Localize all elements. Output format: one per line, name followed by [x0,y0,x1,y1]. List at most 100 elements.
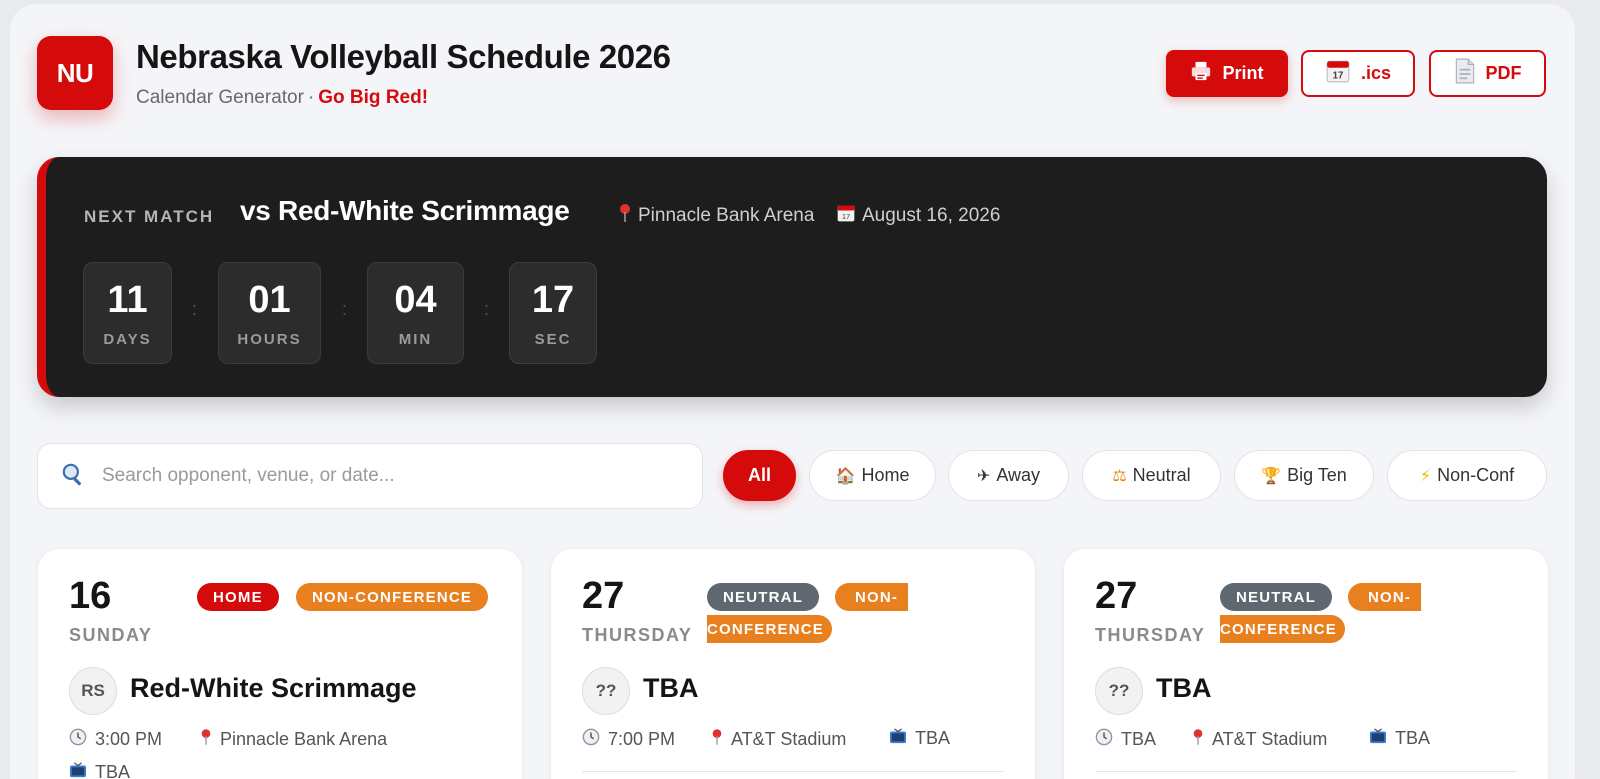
countdown-separator: : [342,299,348,319]
venue-text: Pinnacle Bank Arena [220,729,388,749]
filter-big-ten[interactable]: 🏆 Big Ten [1234,450,1374,501]
match-card[interactable]: 27 THURSDAY NEUTRAL NON- CONFERENCE ?? T… [550,548,1036,779]
clock-icon [1095,728,1113,751]
venue-text: AT&T Stadium [731,729,847,749]
svg-text:17: 17 [842,212,850,221]
printer-icon [1190,60,1212,87]
countdown-seconds: 17 SEC [509,262,597,364]
non-conference-badge-wrap: CONFERENCE [1220,615,1346,643]
tv-text: TBA [95,762,131,779]
filter-away[interactable]: ✈ Away [948,450,1069,501]
filter-label: Non-Conf [1437,465,1515,485]
home-badge: HOME [197,583,279,611]
ics-label: .ics [1360,63,1392,83]
scales-icon: ⚖ [1112,467,1127,485]
match-weekday: THURSDAY [1095,625,1206,645]
tv-text: TBA [915,728,951,748]
document-icon [1454,58,1476,89]
countdown-separator: : [192,299,198,319]
next-match-banner: NEXT MATCH vs Red-White Scrimmage Pinnac… [37,157,1547,397]
match-card[interactable]: 27 THURSDAY NEUTRAL NON- CONFERENCE ?? T… [1063,548,1549,779]
page-subtitle: Calendar Generator · Go Big Red! [136,87,428,109]
nu-logo: NU [37,36,113,110]
search-input[interactable] [102,465,662,487]
venue-text: Pinnacle Bank Arena [638,205,815,226]
ics-export-button[interactable]: 17 .ics [1301,50,1415,97]
countdown-unit: DAYS [103,331,152,348]
trophy-icon: 🏆 [1261,467,1282,485]
tv-text: TBA [1395,728,1431,748]
countdown-value: 04 [394,279,437,321]
neutral-badge: NEUTRAL [1220,583,1333,611]
filter-label: Neutral [1132,465,1191,485]
filter-neutral[interactable]: ⚖ Neutral [1082,450,1221,501]
time-text: 3:00 PM [95,729,163,749]
match-card[interactable]: 16 SUNDAY HOME NON-CONFERENCE RS Red-Whi… [37,548,523,779]
search-bar [37,443,703,509]
match-tv: TBA [889,728,950,749]
next-match-venue: Pinnacle Bank Arena [618,203,814,229]
logo-text: NU [56,57,94,88]
non-conference-badge-wrap: CONFERENCE [707,615,833,643]
match-time: TBA [1095,728,1156,751]
non-conference-badge: NON- [1348,583,1422,611]
tv-icon [69,762,87,779]
subtitle-text: Calendar Generator [136,87,304,108]
match-venue: AT&T Stadium [711,728,846,751]
pin-icon [200,728,212,751]
opponent-name: Red-White Scrimmage [130,673,417,703]
pin-icon [618,203,632,229]
svg-text:17: 17 [1333,71,1344,82]
pin-icon [711,728,723,751]
tv-icon [1369,728,1387,749]
opponent-avatar: ?? [1095,667,1143,715]
match-tv: TBA [69,762,130,779]
countdown-minutes: 04 MIN [367,262,464,364]
search-icon [38,461,86,492]
match-tv: TBA [1369,728,1430,749]
tagline: Go Big Red! [318,87,429,108]
countdown-separator: : [484,299,490,319]
countdown-value: 11 [107,279,148,321]
calendar-icon: 17 [836,203,856,229]
airplane-icon: ✈ [976,467,991,485]
neutral-badge: NEUTRAL [707,583,820,611]
subtitle-separator: · [307,87,315,108]
countdown-hours: 01 HOURS [218,262,321,364]
opponent-name: TBA [1156,673,1212,703]
countdown-days: 11 DAYS [83,262,172,364]
match-weekday: THURSDAY [582,625,693,645]
match-day: 27 [582,575,625,617]
filter-non-conf[interactable]: ⚡ Non-Conf [1387,450,1547,501]
match-time: 3:00 PM [69,728,162,751]
filter-label: All [747,465,771,485]
time-text: 7:00 PM [608,729,676,749]
opponent-name: TBA [643,673,699,703]
venue-text: AT&T Stadium [1212,729,1328,749]
card-divider [582,771,1004,772]
match-venue: AT&T Stadium [1192,728,1327,751]
filter-label: Home [861,465,910,485]
print-label: Print [1222,63,1264,83]
clock-icon [582,728,600,751]
pdf-export-button[interactable]: PDF [1429,50,1546,97]
house-icon: 🏠 [835,467,856,485]
countdown-unit: MIN [398,331,433,348]
match-venue: Pinnacle Bank Arena [200,728,387,751]
countdown-value: 01 [248,279,291,321]
countdown-unit: SEC [534,331,572,348]
opponent-avatar: RS [69,667,117,715]
non-conference-badge: NON- [835,583,909,611]
next-match-label: NEXT MATCH [84,207,215,226]
opponent-avatar: ?? [582,667,630,715]
filter-label: Away [996,465,1041,485]
countdown-unit: HOURS [237,331,302,348]
next-match-date: 17 August 16, 2026 [836,203,1000,229]
print-button[interactable]: Print [1166,50,1288,97]
filter-home[interactable]: 🏠 Home [809,450,936,501]
filter-all[interactable]: All [723,450,796,501]
countdown-value: 17 [531,279,575,321]
filter-label: Big Ten [1287,465,1347,485]
lightning-icon: ⚡ [1419,467,1432,485]
match-time: 7:00 PM [582,728,675,751]
